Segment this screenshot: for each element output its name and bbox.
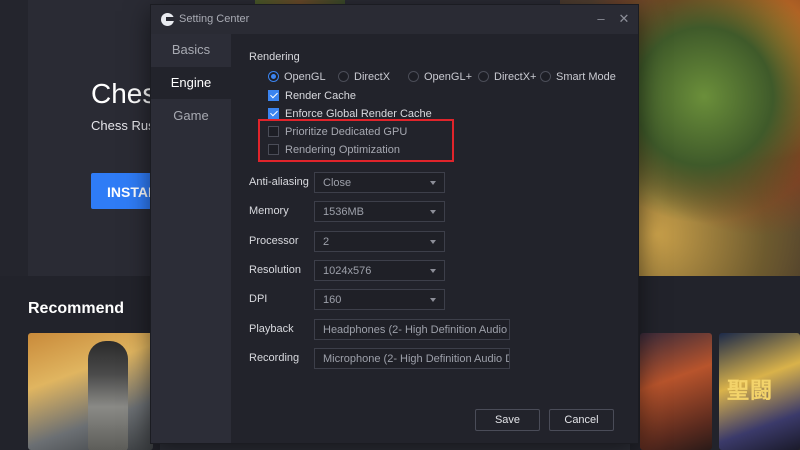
settings-sidebar: Basics Engine Game (151, 34, 231, 443)
anti-aliasing-label: Anti-aliasing (249, 176, 309, 188)
checkbox-render-cache[interactable]: Render Cache (268, 90, 356, 104)
radio-icon (540, 71, 551, 82)
cancel-button[interactable]: Cancel (549, 409, 614, 431)
radio-label: Smart Mode (556, 71, 616, 83)
radio-selected-icon (268, 71, 279, 82)
checkbox-checked-icon (268, 108, 279, 119)
radio-icon (338, 71, 349, 82)
dialog-title: Setting Center (179, 13, 250, 25)
launcher-left-strip (0, 0, 28, 276)
recommend-card-2[interactable] (640, 333, 712, 450)
sidebar-item-game[interactable]: Game (151, 100, 231, 132)
chevron-down-icon (430, 240, 436, 244)
checkbox-label: Render Cache (285, 90, 356, 102)
highlight-annotation-box (258, 119, 454, 162)
playback-select[interactable]: Headphones (2- High Definition Audio Dev… (314, 319, 510, 340)
resolution-label: Resolution (249, 264, 301, 276)
soldier-figure (88, 341, 128, 450)
radio-opengl-plus[interactable]: OpenGL+ (408, 71, 472, 85)
recording-select[interactable]: Microphone (2- High Definition Audio Dev… (314, 348, 510, 369)
chevron-down-icon (430, 269, 436, 273)
checkbox-checked-icon (268, 90, 279, 101)
chevron-down-icon (430, 181, 436, 185)
sidebar-item-basics[interactable]: Basics (151, 34, 231, 66)
app-logo-icon (161, 13, 174, 26)
select-value: Headphones (2- High Definition Audio Dev… (323, 324, 509, 336)
chevron-down-icon (430, 298, 436, 302)
radio-icon (478, 71, 489, 82)
radio-directx[interactable]: DirectX (338, 71, 390, 85)
select-value: 1024x576 (323, 265, 372, 277)
select-value: 160 (323, 294, 342, 306)
recording-label: Recording (249, 352, 300, 364)
recommend-heading: Recommend (28, 300, 125, 317)
minimize-icon[interactable]: – (592, 10, 610, 28)
radio-label: OpenGL+ (424, 71, 473, 83)
resolution-select[interactable]: 1024x576 (314, 260, 445, 281)
memory-select[interactable]: 1536MB (314, 201, 445, 222)
dpi-select[interactable]: 160 (314, 289, 445, 310)
memory-label: Memory (249, 205, 289, 217)
radio-opengl[interactable]: OpenGL (268, 71, 326, 85)
save-button[interactable]: Save (475, 409, 540, 431)
select-value: 2 (323, 236, 330, 248)
dpi-label: DPI (249, 293, 268, 305)
processor-label: Processor (249, 235, 299, 247)
close-icon[interactable]: ✕ (615, 10, 633, 28)
select-value: Microphone (2- High Definition Audio Dev… (323, 353, 509, 365)
card-logo-art: 聖闘 (727, 378, 774, 403)
rendering-section-title: Rendering (249, 51, 300, 63)
recommend-card-3[interactable]: 聖闘 (719, 333, 800, 450)
radio-directx-plus[interactable]: DirectX+ (478, 71, 537, 85)
radio-label: DirectX (354, 71, 391, 83)
radio-label: OpenGL (284, 71, 326, 83)
anti-aliasing-select[interactable]: Close (314, 172, 445, 193)
playback-label: Playback (249, 323, 294, 335)
chevron-down-icon (430, 210, 436, 214)
recommend-card-pubg[interactable] (28, 333, 153, 450)
radio-label: DirectX+ (494, 71, 537, 83)
sidebar-item-engine[interactable]: Engine (151, 67, 231, 99)
radio-icon (408, 71, 419, 82)
engine-settings-panel: Rendering OpenGL DirectX OpenGL+ DirectX… (231, 34, 638, 443)
setting-center-dialog: Setting Center – ✕ Basics Engine Game Re… (151, 5, 638, 443)
select-value: 1536MB (323, 206, 364, 218)
dialog-titlebar[interactable]: Setting Center – ✕ (151, 5, 638, 34)
processor-select[interactable]: 2 (314, 231, 445, 252)
select-value: Close (323, 177, 352, 189)
radio-smart-mode[interactable]: Smart Mode (540, 71, 638, 85)
